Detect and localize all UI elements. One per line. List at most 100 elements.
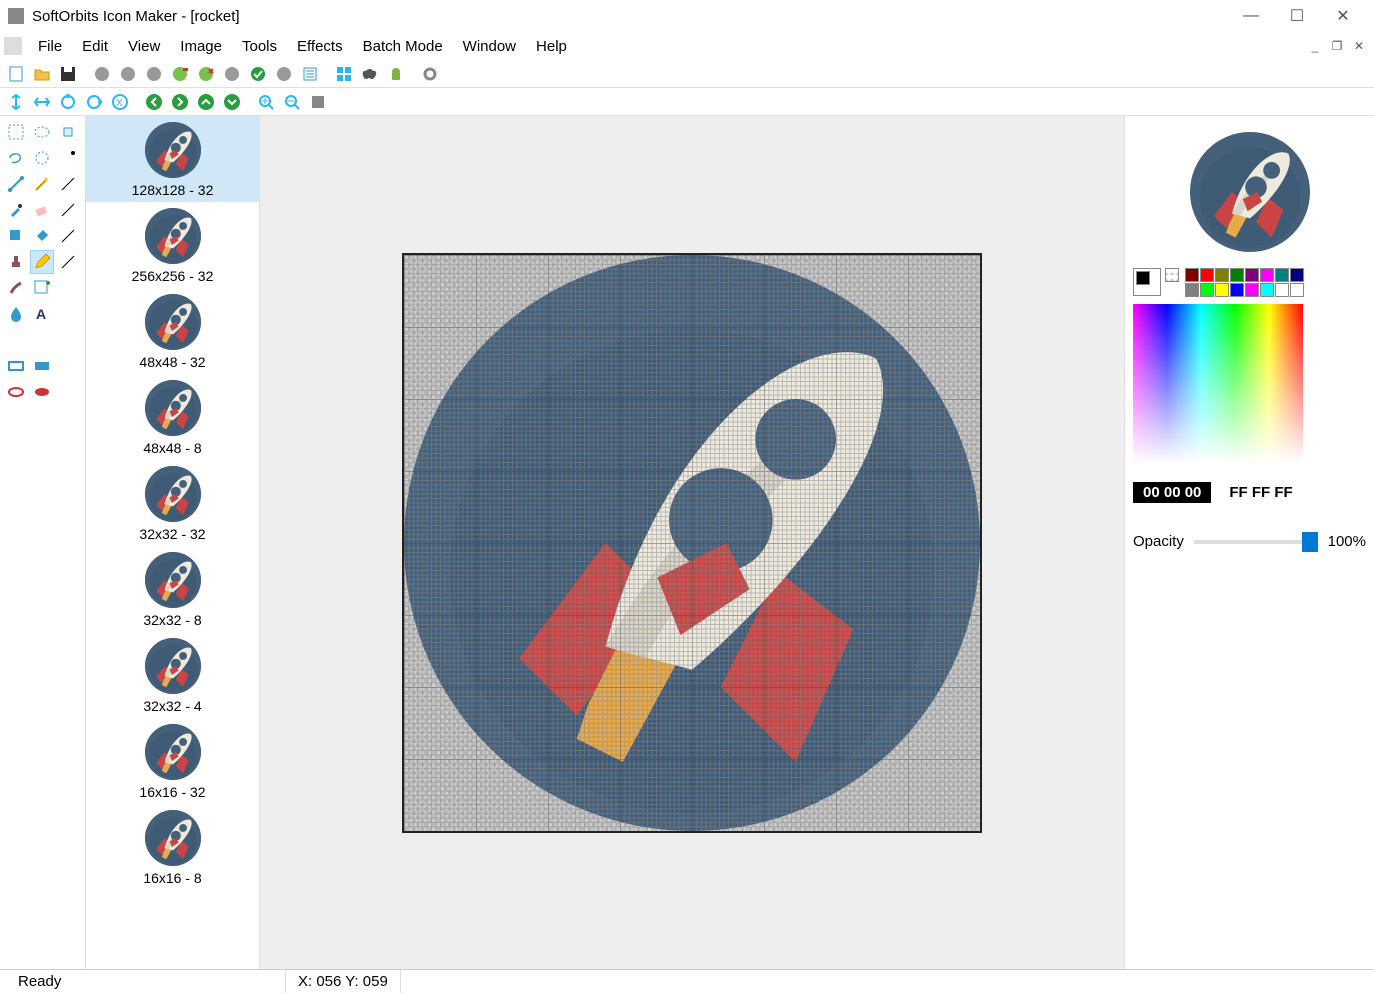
tool-line-tool[interactable] [4,172,28,196]
zoom-out-icon[interactable] [280,90,304,114]
swatch[interactable] [1200,283,1214,297]
new-icon[interactable] [4,62,28,86]
nav-left-icon[interactable] [142,90,166,114]
bg-hex[interactable]: FF FF FF [1229,484,1292,501]
zoom-in-icon[interactable] [254,90,278,114]
size-item[interactable]: 256x256 - 32 [86,202,259,288]
tool-plus[interactable] [30,276,54,300]
open-icon[interactable] [30,62,54,86]
tool-line3[interactable] [56,198,80,222]
tool-paint[interactable] [4,224,28,248]
menu-window[interactable]: Window [453,36,526,57]
swatch[interactable] [1275,283,1289,297]
canvas[interactable] [402,253,982,833]
swatch[interactable] [1245,283,1259,297]
fg-bg-swatch[interactable] [1133,268,1161,296]
tool-blur[interactable] [4,302,28,326]
close-button[interactable]: ✕ [1320,0,1366,32]
apple-icon[interactable] [358,62,382,86]
menu-image[interactable]: Image [170,36,232,57]
rotate-cw-icon[interactable] [82,90,106,114]
tool-lasso[interactable] [4,146,28,170]
rotate-ccw-icon[interactable] [56,90,80,114]
save-icon[interactable] [56,62,80,86]
checker-swatch[interactable] [1165,268,1179,282]
tool-dot[interactable] [56,146,80,170]
swatch[interactable] [1215,268,1229,282]
tool-brush[interactable] [4,276,28,300]
circle3-icon[interactable] [142,62,166,86]
gear-icon[interactable] [418,62,442,86]
swatch[interactable] [1290,283,1304,297]
swatch[interactable] [1185,268,1199,282]
nav-down-icon[interactable] [220,90,244,114]
circle1-icon[interactable] [90,62,114,86]
tool-eyedrop[interactable] [4,198,28,222]
color-picker[interactable] [1133,304,1303,464]
swatch[interactable] [1230,283,1244,297]
size-item[interactable]: 48x48 - 8 [86,374,259,460]
size-item[interactable]: 16x16 - 8 [86,804,259,890]
tool-pencil[interactable] [30,250,54,274]
android-icon[interactable] [384,62,408,86]
circle2-icon[interactable] [116,62,140,86]
zoom-fit-icon[interactable] [306,90,330,114]
tool-magic[interactable] [30,172,54,196]
swatch[interactable] [1185,283,1199,297]
tool-line2[interactable] [56,172,80,196]
nav-up-icon[interactable] [194,90,218,114]
swatch[interactable] [1290,268,1304,282]
mdi-restore[interactable]: ❐ [1328,37,1346,55]
flip-h-icon[interactable] [30,90,54,114]
tool-erase[interactable] [30,198,54,222]
windows-icon[interactable] [332,62,356,86]
size-item[interactable]: 128x128 - 32 [86,116,259,202]
mdi-minimize[interactable]: _ [1306,37,1324,55]
circle5-icon[interactable] [220,62,244,86]
tool-ellipse-shape[interactable] [4,380,28,404]
menu-batch[interactable]: Batch Mode [353,36,453,57]
circle-remove-icon[interactable] [194,62,218,86]
tool-line4[interactable] [56,224,80,248]
tool-rect-shape[interactable] [4,354,28,378]
maximize-button[interactable]: ☐ [1274,0,1320,32]
menu-help[interactable]: Help [526,36,577,57]
circle6-icon[interactable] [272,62,296,86]
opacity-slider[interactable] [1194,540,1318,544]
tool-rect-select[interactable] [4,120,28,144]
menu-file[interactable]: File [28,36,72,57]
tool-text[interactable]: A [30,302,54,326]
swatch[interactable] [1230,268,1244,282]
tool-fill-shape[interactable] [30,354,54,378]
swatch[interactable] [1200,268,1214,282]
tool-line5[interactable] [56,250,80,274]
flip-v-icon[interactable] [4,90,28,114]
size-item[interactable]: 32x32 - 4 [86,632,259,718]
size-list[interactable]: 128x128 - 32256x256 - 3248x48 - 3248x48 … [86,116,260,969]
list-icon[interactable] [298,62,322,86]
tool-wand[interactable] [30,146,54,170]
circle-add-icon[interactable] [168,62,192,86]
tool-stamp[interactable] [4,250,28,274]
tool-bucket[interactable] [30,224,54,248]
tool-fill-ellipse[interactable] [30,380,54,404]
menu-view[interactable]: View [118,36,170,57]
fg-hex[interactable]: 00 00 00 [1133,482,1211,503]
swatch[interactable] [1275,268,1289,282]
menu-edit[interactable]: Edit [72,36,118,57]
swatch[interactable] [1215,283,1229,297]
mdi-close[interactable]: ✕ [1350,37,1368,55]
size-item[interactable]: 16x16 - 32 [86,718,259,804]
minimize-button[interactable]: — [1228,0,1274,32]
size-item[interactable]: 32x32 - 32 [86,460,259,546]
check-icon[interactable] [246,62,270,86]
size-item[interactable]: 48x48 - 32 [86,288,259,374]
xo-icon[interactable]: X [108,90,132,114]
tool-ellipse-select[interactable] [30,120,54,144]
swatch[interactable] [1260,268,1274,282]
menu-effects[interactable]: Effects [287,36,353,57]
menu-tools[interactable]: Tools [232,36,287,57]
size-item[interactable]: 32x32 - 8 [86,546,259,632]
swatch[interactable] [1245,268,1259,282]
swatch[interactable] [1260,283,1274,297]
